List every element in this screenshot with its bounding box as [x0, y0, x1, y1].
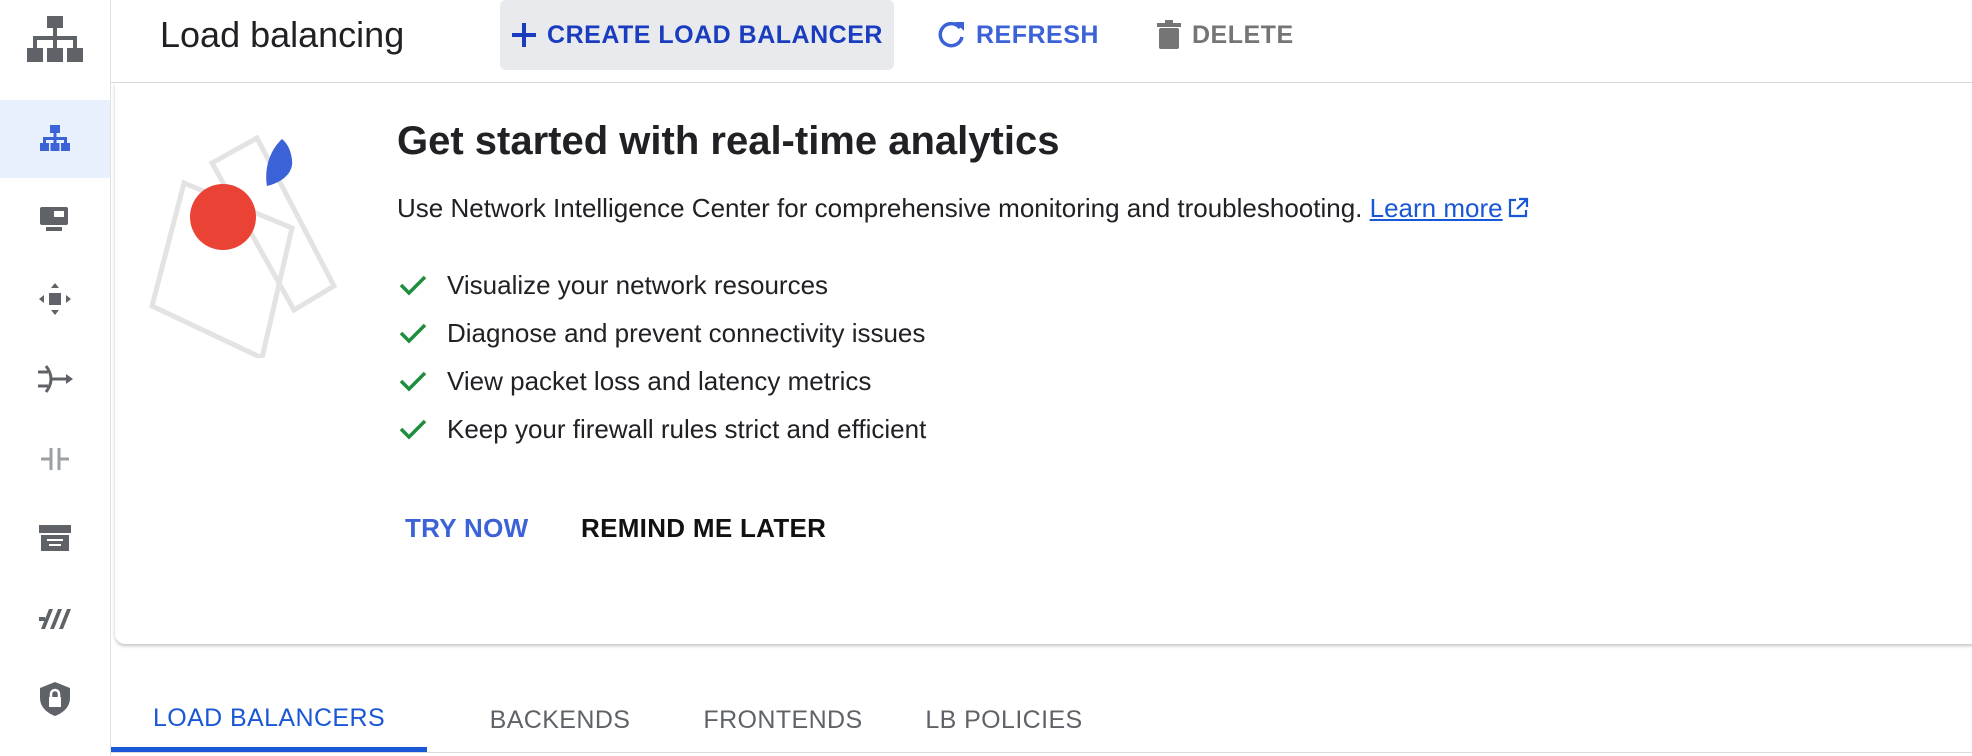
learn-more-link[interactable]: Learn more [1370, 193, 1503, 223]
feature-text: Visualize your network resources [447, 269, 829, 300]
rail-item-cloud-nat[interactable] [0, 340, 110, 418]
try-now-button[interactable]: TRY NOW [395, 503, 538, 554]
network-tiers-icon [39, 609, 71, 629]
rail-item-network-tiers[interactable] [0, 580, 110, 658]
check-icon [399, 275, 427, 296]
tab-frontends[interactable]: FRONTENDS [693, 690, 873, 750]
trash-icon [1157, 20, 1181, 49]
rail-item-security[interactable] [0, 660, 110, 738]
rail-item-connectivity[interactable] [0, 420, 110, 498]
rail-item-load-balancing[interactable] [0, 100, 110, 178]
banner-description: Use Network Intelligence Center for comp… [397, 193, 1529, 224]
delete-label: DELETE [1192, 20, 1294, 49]
rail-item-dns[interactable] [0, 500, 110, 578]
feature-text: Diagnose and prevent connectivity issues [447, 317, 926, 348]
create-load-balancer-label: CREATE LOAD BALANCER [547, 20, 883, 49]
cloud-cdn-icon [40, 207, 68, 231]
check-icon [399, 419, 427, 440]
network-hierarchy-icon[interactable] [0, 0, 110, 82]
delete-button[interactable]: DELETE [1156, 0, 1294, 70]
tab-bar: LOAD BALANCERS BACKENDS FRONTENDS LB POL… [111, 690, 1972, 753]
analytics-illustration [142, 128, 352, 363]
banner-description-text: Use Network Intelligence Center for comp… [397, 193, 1363, 223]
check-icon [399, 371, 427, 392]
rail-item-traffic-director[interactable] [0, 260, 110, 338]
feature-text: Keep your firewall rules strict and effi… [447, 413, 927, 444]
cloud-dns-icon [39, 525, 71, 551]
rail-item-cdn[interactable] [0, 180, 110, 258]
traffic-director-icon [39, 283, 71, 315]
page-title: Load balancing [160, 14, 405, 55]
cloud-nat-icon [38, 365, 73, 393]
tab-lb-policies[interactable]: LB POLICIES [919, 690, 1089, 750]
left-nav-rail [0, 0, 111, 756]
learn-more-label: Learn more [1369, 193, 1503, 223]
network-connectivity-icon [41, 448, 69, 470]
tab-backends[interactable]: BACKENDS [475, 690, 645, 750]
feature-item: View packet loss and latency metrics [397, 357, 926, 405]
tab-load-balancers[interactable]: LOAD BALANCERS [111, 690, 427, 752]
create-load-balancer-button[interactable]: CREATE LOAD BALANCER [500, 0, 894, 70]
feature-text: View packet loss and latency metrics [447, 365, 872, 396]
external-link-icon[interactable] [1507, 197, 1529, 219]
refresh-icon [938, 21, 964, 48]
feature-item: Keep your firewall rules strict and effi… [397, 405, 926, 453]
refresh-label: REFRESH [976, 20, 1099, 49]
banner-title: Get started with real-time analytics [397, 119, 1060, 163]
plus-icon [512, 23, 537, 47]
security-shield-icon [40, 682, 70, 716]
feature-list: Visualize your network resources Diagnos… [397, 261, 926, 453]
page-header: Load balancing CREATE LOAD BALANCER REFR… [111, 0, 1972, 83]
remind-me-later-button[interactable]: REMIND ME LATER [571, 503, 836, 554]
load-balancing-icon [40, 125, 70, 151]
feature-item: Visualize your network resources [397, 261, 926, 309]
analytics-promo-banner: Get started with real-time analytics Use… [115, 83, 1972, 644]
check-icon [399, 323, 427, 344]
feature-item: Diagnose and prevent connectivity issues [397, 309, 926, 357]
refresh-button[interactable]: REFRESH [936, 0, 1099, 70]
